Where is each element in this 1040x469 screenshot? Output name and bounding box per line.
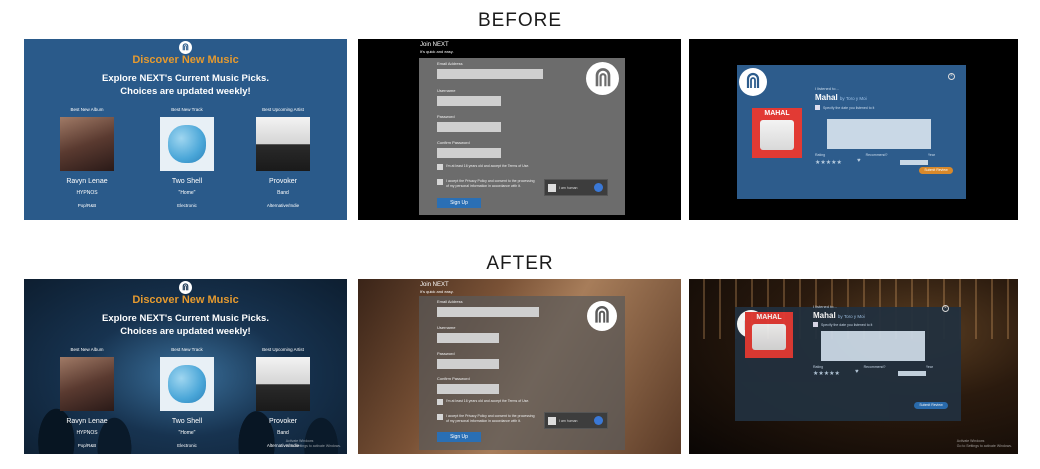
discover-panel-before: Discover New Music Explore NEXT's Curren…	[24, 39, 347, 220]
privacy-checkbox[interactable]: I accept the Privacy Policy and consent …	[437, 414, 537, 423]
best-track-column[interactable]: Best New Track Two Shell "Home" Electron…	[152, 107, 222, 208]
best-album-column[interactable]: Best New Album Ravyn Lenae HYPNOS Pop/R&…	[52, 107, 122, 208]
discover-title: Discover New Music	[132, 294, 239, 306]
discover-title: Discover New Music	[132, 54, 239, 66]
discover-panel-after: Discover New Music Explore NEXT's Curren…	[24, 279, 347, 454]
signup-card: Email Address Username Password Confirm …	[419, 296, 625, 450]
signup-panel-after: Join NEXT It's quick and easy. Email Add…	[358, 279, 681, 454]
windows-watermark: Activate Windows Go to Settings to activa…	[956, 439, 1012, 448]
submit-review-button[interactable]: Submit Review	[919, 167, 953, 174]
submit-review-button[interactable]: Submit Review	[914, 402, 948, 409]
next-logo-icon	[587, 301, 617, 331]
date-checkbox[interactable]: Specify the date you listened to it	[813, 322, 872, 327]
signup-header: Join NEXT It's quick and easy.	[420, 282, 454, 294]
album-title: Mahal by Toro y Moi	[815, 93, 867, 102]
close-icon[interactable]: ×	[948, 73, 955, 80]
captcha-widget[interactable]: I am human	[544, 412, 608, 429]
age-checkbox[interactable]: I'm at least 16 years old and accept the…	[437, 164, 537, 170]
review-card: × I listened to... Mahal by Toro y Moi M…	[737, 65, 966, 199]
username-field[interactable]: Username	[437, 325, 499, 343]
artist-photo-image[interactable]	[256, 357, 310, 411]
best-artist-column[interactable]: Best Upcoming Artist Provoker Band Alter…	[248, 107, 318, 208]
password-field[interactable]: Password	[437, 351, 499, 369]
captcha-widget[interactable]: I am human	[544, 179, 608, 196]
discover-subtitle: Explore NEXT's Current Music Picks. Choi…	[102, 313, 269, 337]
track-cover-image[interactable]	[160, 357, 214, 411]
album-cover-image[interactable]	[60, 357, 114, 411]
next-logo-icon	[586, 62, 619, 95]
close-icon[interactable]: ×	[942, 305, 949, 312]
artist-photo-image[interactable]	[256, 117, 310, 171]
age-checkbox[interactable]: I'm at least 16 years old and accept the…	[437, 399, 537, 405]
best-artist-column[interactable]: Best Upcoming Artist Provoker Band Alter…	[248, 347, 318, 448]
before-heading: BEFORE	[477, 10, 563, 31]
next-logo-icon	[179, 41, 192, 54]
next-logo-icon	[179, 281, 192, 294]
email-field[interactable]: Email Address	[437, 61, 543, 79]
date-checkbox[interactable]: Specify the date you listened to it	[815, 105, 874, 110]
track-cover-image[interactable]	[160, 117, 214, 171]
password-field[interactable]: Password	[437, 114, 501, 132]
best-track-column[interactable]: Best New Track Two Shell "Home" Electron…	[152, 347, 222, 448]
confirm-password-field[interactable]: Confirm Password	[437, 140, 501, 158]
star-rating[interactable]: ★★★★★	[815, 159, 842, 166]
email-field[interactable]: Email Address	[437, 299, 539, 317]
year-input[interactable]	[898, 371, 926, 376]
best-album-column[interactable]: Best New Album Ravyn Lenae HYPNOS Pop/R&…	[52, 347, 122, 448]
album-title: Mahal by Toro y Moi	[813, 311, 865, 320]
review-labels: Rating Recommend? Year	[813, 365, 933, 369]
recaptcha-icon	[594, 183, 603, 192]
signup-panel-before: Join NEXT It's quick and easy. Email Add…	[358, 39, 681, 220]
heart-icon[interactable]: ♥	[855, 369, 859, 375]
privacy-checkbox[interactable]: I accept the Privacy Policy and consent …	[437, 179, 537, 188]
recaptcha-icon	[594, 416, 603, 425]
year-input[interactable]	[900, 160, 928, 165]
discover-subtitle: Explore NEXT's Current Music Picks. Choi…	[102, 73, 269, 97]
signup-card: Email Address Username Password Confirm …	[419, 58, 625, 215]
after-heading: AFTER	[486, 253, 554, 274]
username-field[interactable]: Username	[437, 88, 501, 106]
review-textarea[interactable]	[827, 119, 931, 149]
next-logo-icon	[739, 68, 767, 96]
heart-icon[interactable]: ♥	[857, 158, 861, 164]
review-textarea[interactable]	[821, 331, 925, 361]
signup-button[interactable]: Sign Up	[437, 198, 481, 208]
album-cover-image[interactable]	[60, 117, 114, 171]
star-rating[interactable]: ★★★★★	[813, 370, 840, 377]
album-art: MAHAL	[752, 108, 802, 158]
review-panel-after: × I listened to... Mahal by Toro y Moi M…	[689, 279, 1018, 454]
windows-watermark: Activate Windows Go to Settings to activa…	[285, 439, 341, 448]
review-card: × I listened to... Mahal by Toro y Moi M…	[735, 304, 961, 421]
review-labels: Rating Recommend? Year	[815, 153, 935, 157]
review-panel-before: × I listened to... Mahal by Toro y Moi M…	[689, 39, 1018, 220]
confirm-password-field[interactable]: Confirm Password	[437, 376, 499, 394]
signup-header: Join NEXT It's quick and easy.	[420, 42, 454, 54]
signup-button[interactable]: Sign Up	[437, 432, 481, 442]
album-art: MAHAL	[745, 312, 793, 358]
